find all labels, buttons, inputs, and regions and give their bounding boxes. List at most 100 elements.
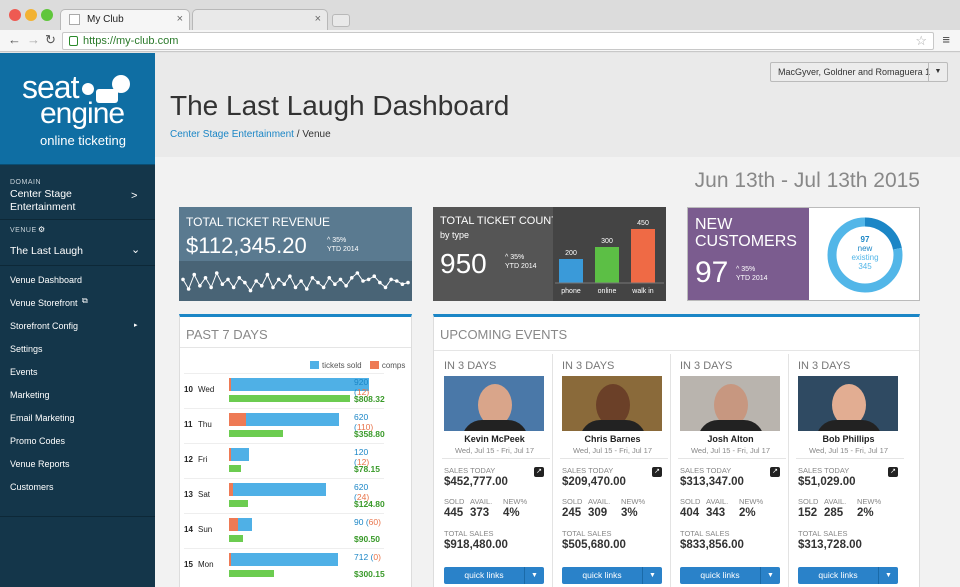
kpi-total-revenue[interactable]: TOTAL TICKET REVENUE $112,345.20 ^ 35% Y… xyxy=(179,207,412,301)
event-card: IN 3 DAYS Bob Phillips Wed, Jul 15 - Fri, … xyxy=(790,354,907,587)
close-tab-icon[interactable]: × xyxy=(315,13,321,25)
revenue-bar xyxy=(229,535,243,542)
caret-down-icon[interactable]: ▼ xyxy=(642,567,662,584)
performer-photo[interactable] xyxy=(798,376,898,431)
tab-title: My Club xyxy=(87,14,124,25)
external-link-icon[interactable]: ↗ xyxy=(888,467,898,477)
chevron-right-icon[interactable]: > xyxy=(131,190,137,202)
caret-down-icon[interactable]: ▼ xyxy=(524,567,544,584)
revenue-amount: $358.80 xyxy=(354,429,385,439)
sparkline-point xyxy=(293,285,298,290)
sidebar-item-events[interactable]: Events xyxy=(10,367,38,377)
browser-tab-active[interactable]: My Club × xyxy=(60,9,190,30)
organization-selector[interactable]: MacGyver, Goldner and Romaguera 1 ▼ xyxy=(770,62,948,82)
performer-name[interactable]: Josh Alton xyxy=(672,434,789,444)
day-label: 14 Sun xyxy=(184,525,213,534)
domain-selector[interactable]: Center Stage Entertainment xyxy=(10,188,125,214)
performer-name[interactable]: Chris Barnes xyxy=(554,434,671,444)
external-link-icon[interactable]: ↗ xyxy=(652,467,662,477)
maximize-window-dot[interactable] xyxy=(41,9,53,21)
sparkline-point xyxy=(327,276,332,280)
seat-engine-logo[interactable]: seat engine online ticketing xyxy=(0,53,155,165)
sidebar-divider xyxy=(0,265,155,266)
table-row[interactable]: 15 Mon 712 (0) $300.15 xyxy=(184,548,385,583)
venue-selector[interactable]: The Last Laugh xyxy=(10,245,83,258)
close-tab-icon[interactable]: × xyxy=(177,13,183,25)
performer-name[interactable]: Kevin McPeek xyxy=(436,434,553,444)
browser-tab-empty[interactable]: × xyxy=(192,9,328,30)
newpct-label: NEW% xyxy=(621,497,646,506)
newpct-value: 4% xyxy=(503,507,520,519)
total-sales-label: TOTAL SALES xyxy=(562,529,612,538)
date-range[interactable]: Jun 13th - Jul 13th 2015 xyxy=(695,169,920,193)
back-arrow-icon[interactable]: ← xyxy=(8,32,21,47)
breadcrumb-domain-link[interactable]: Center Stage Entertainment xyxy=(170,129,294,140)
donut-label: 97 new existing 345 xyxy=(851,235,879,271)
performer-name[interactable]: Bob Phillips xyxy=(790,434,907,444)
external-link-icon[interactable]: ↗ xyxy=(534,467,544,477)
ticket-type-bar xyxy=(595,247,619,283)
sparkline-point xyxy=(209,285,213,290)
newpct-value: 2% xyxy=(739,507,756,519)
page-title: The Last Laugh Dashboard xyxy=(170,90,510,121)
table-row[interactable]: 13 Sat 620 (24) $124.80 xyxy=(184,478,385,513)
kpi-new-customers[interactable]: NEW CUSTOMERS 97 ^ 35% YTD 2014 97 new ex… xyxy=(687,207,920,301)
sidebar-item-storefront-config[interactable]: Storefront Config xyxy=(10,321,78,331)
revenue-amount: $808.32 xyxy=(354,394,385,404)
forward-arrow-icon[interactable]: → xyxy=(27,32,40,47)
quick-links-button[interactable]: quick links ▼ xyxy=(562,567,662,584)
sidebar-item-customers[interactable]: Customers xyxy=(10,482,54,492)
card-divider xyxy=(442,458,550,459)
address-bar[interactable]: https://my-club.com ☆ xyxy=(62,32,934,50)
performer-photo[interactable] xyxy=(444,376,544,431)
reload-icon[interactable]: ↻ xyxy=(45,32,56,48)
sidebar-item-marketing[interactable]: Marketing xyxy=(10,390,50,400)
sparkline-point xyxy=(394,279,399,283)
sidebar-item-email-marketing[interactable]: Email Marketing xyxy=(10,413,75,423)
newpct-label: NEW% xyxy=(739,497,764,506)
kpi-count-delta: ^ 35% YTD 2014 xyxy=(505,254,537,270)
total-sales-label: TOTAL SALES xyxy=(444,529,494,538)
kpi-customers-delta: ^ 35% YTD 2014 xyxy=(736,266,768,282)
caret-down-icon[interactable]: ▼ xyxy=(878,567,898,584)
hamburger-menu-icon[interactable]: ≡ xyxy=(942,32,950,47)
quick-links-button[interactable]: quick links ▼ xyxy=(680,567,780,584)
close-window-dot[interactable] xyxy=(9,9,21,21)
table-row[interactable]: 14 Sun 90 (60) $90.50 xyxy=(184,513,384,548)
sidebar-item-venue-dashboard[interactable]: Venue Dashboard xyxy=(10,275,82,285)
sparkline-point xyxy=(378,280,382,285)
sales-today-value: $51,029.00 xyxy=(798,476,856,488)
bar-value-label: 450 xyxy=(637,220,649,227)
sold-value: 245 xyxy=(562,507,582,519)
table-row[interactable]: 12 Fri 120 (12) $78.15 xyxy=(184,443,384,478)
event-countdown: IN 3 DAYS xyxy=(444,360,497,372)
bar-category-label: online xyxy=(598,288,617,295)
sidebar-item-settings[interactable]: Settings xyxy=(10,344,43,354)
bookmark-star-icon[interactable]: ☆ xyxy=(915,33,927,49)
kpi-customers-value: 97 xyxy=(695,256,729,289)
chevron-down-icon[interactable]: ⌄ xyxy=(131,243,140,256)
performer-photo[interactable] xyxy=(562,376,662,431)
new-tab-button[interactable] xyxy=(332,14,350,27)
external-link-icon[interactable]: ↗ xyxy=(770,467,780,477)
table-row[interactable]: 10 Wed 920 (12) $808.32 xyxy=(184,373,385,408)
performer-shoulders xyxy=(698,420,764,431)
caret-right-icon: ▸ xyxy=(134,322,138,329)
quick-links-button[interactable]: quick links ▼ xyxy=(444,567,544,584)
event-card: IN 3 DAYS Kevin McPeek Wed, Jul 15 - Fri, … xyxy=(436,354,553,587)
sidebar-item-promo-codes[interactable]: Promo Codes xyxy=(10,436,65,446)
sidebar-item-venue-storefront[interactable]: Venue Storefront xyxy=(10,298,78,308)
caret-down-icon[interactable]: ▼ xyxy=(760,567,780,584)
kpi-ticket-count[interactable]: TOTAL TICKET COUNT by type 950 ^ 35% YTD… xyxy=(433,207,666,301)
table-row[interactable]: 11 Thu 620 (110) $358.80 xyxy=(184,408,385,443)
avail-label: AVAIL. xyxy=(706,497,729,506)
sidebar-item-venue-reports[interactable]: Venue Reports xyxy=(10,459,70,469)
performer-photo[interactable] xyxy=(680,376,780,431)
gear-icon[interactable]: ⚙ xyxy=(38,225,45,234)
quick-links-button[interactable]: quick links ▼ xyxy=(798,567,898,584)
caret-down-icon[interactable]: ▼ xyxy=(928,63,947,81)
sales-today-value: $209,470.00 xyxy=(562,476,626,488)
minimize-window-dot[interactable] xyxy=(25,9,37,21)
sparkline-point xyxy=(237,276,242,280)
bar-value-label: 200 xyxy=(565,250,577,257)
